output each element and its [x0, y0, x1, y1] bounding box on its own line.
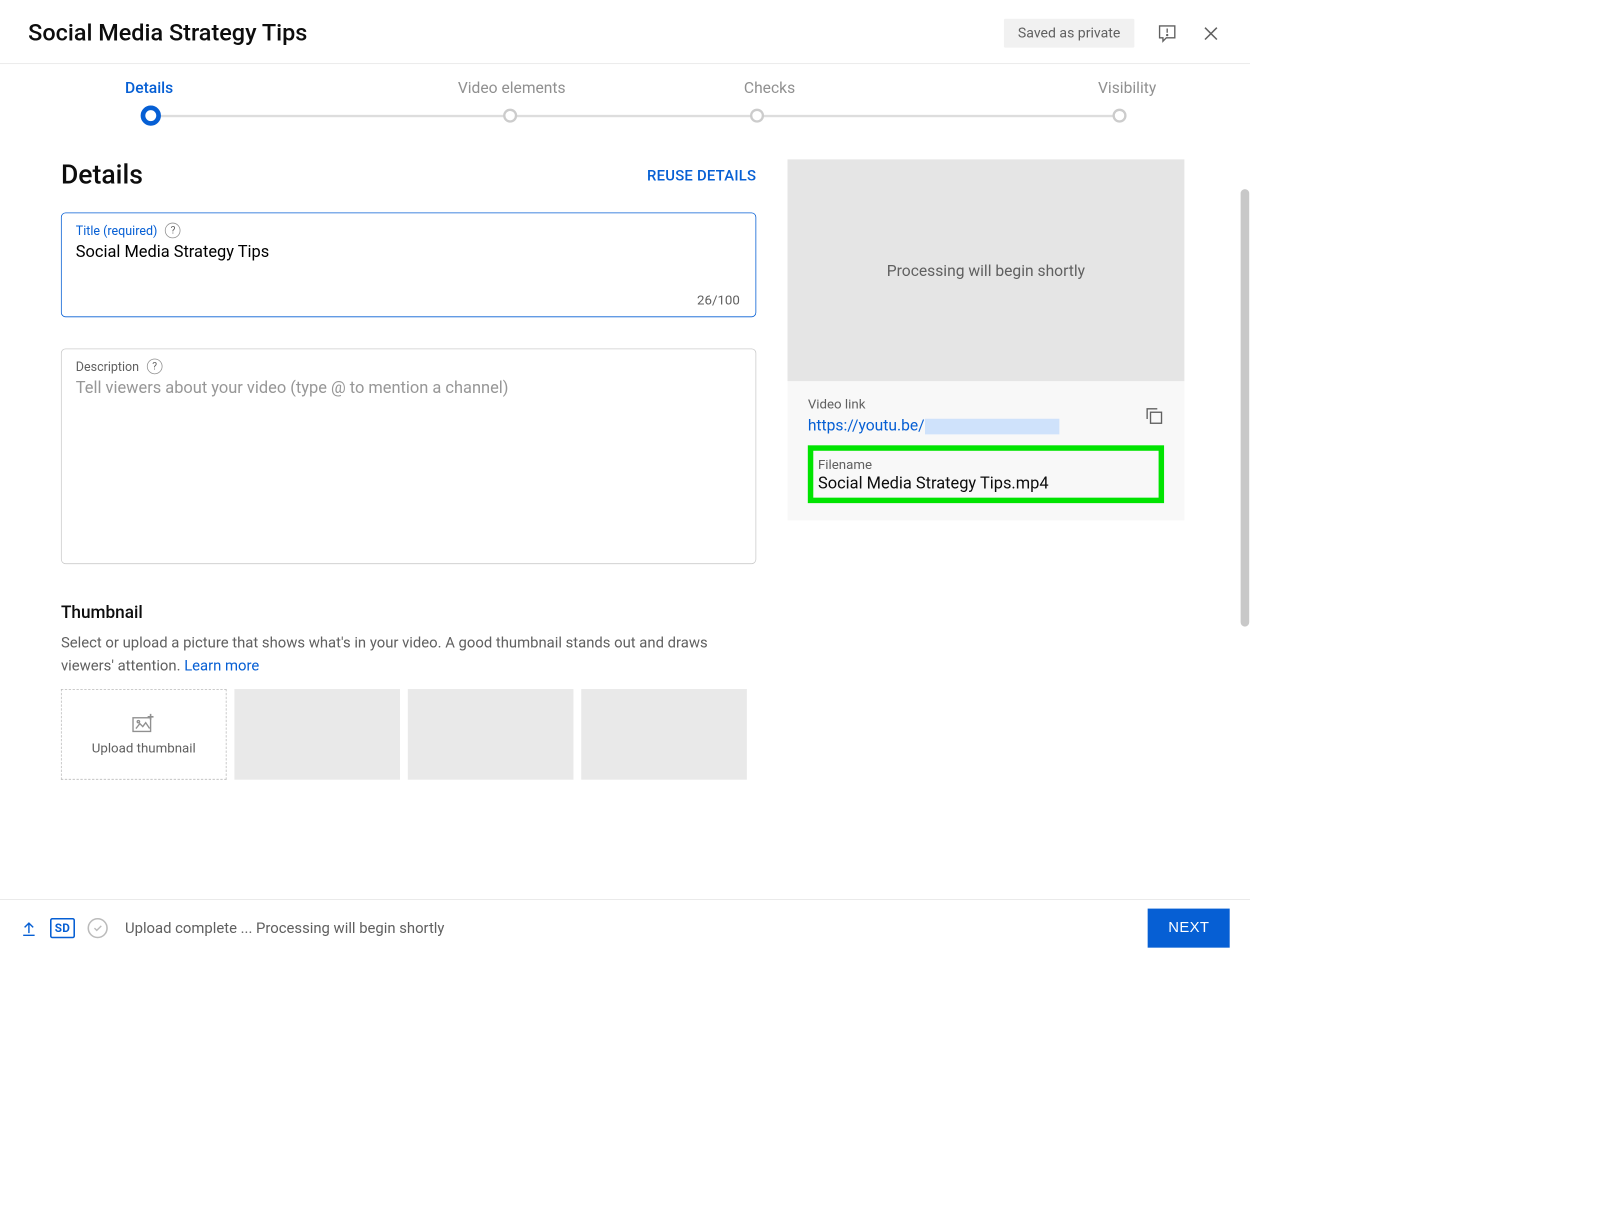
- feedback-icon[interactable]: [1156, 22, 1178, 44]
- title-field-label: Title (required): [76, 223, 158, 238]
- help-icon[interactable]: ?: [147, 359, 163, 375]
- thumbnail-placeholder[interactable]: [408, 689, 574, 780]
- upload-thumbnail-label: Upload thumbnail: [92, 741, 196, 757]
- step-node-details[interactable]: [141, 105, 161, 125]
- video-link-value[interactable]: https://youtu.be/: [808, 416, 1059, 435]
- title-field[interactable]: Title (required) ? 26/100: [61, 213, 756, 318]
- thumbnail-description: Select or upload a picture that shows wh…: [61, 632, 756, 677]
- step-checks[interactable]: Checks: [641, 78, 899, 97]
- thumbnail-learn-more-link[interactable]: Learn more: [184, 656, 259, 674]
- upload-footer: SD Upload complete ... Processing will b…: [0, 899, 1250, 955]
- thumbnail-heading: Thumbnail: [61, 603, 756, 623]
- description-input[interactable]: [76, 379, 742, 535]
- thumbnail-placeholder[interactable]: [581, 689, 747, 780]
- filename-label: Filename: [818, 457, 1154, 473]
- details-heading: Details: [61, 159, 143, 190]
- step-details[interactable]: Details: [94, 78, 383, 97]
- video-link-label: Video link: [808, 397, 1059, 413]
- dialog-title: Social Media Strategy Tips: [28, 20, 307, 47]
- title-char-counter: 26/100: [697, 293, 740, 309]
- copy-link-icon[interactable]: [1144, 405, 1164, 425]
- step-node-video-elements[interactable]: [503, 109, 517, 123]
- title-input[interactable]: [76, 243, 742, 262]
- upload-status-text: Upload complete ... Processing will begi…: [125, 919, 444, 937]
- reuse-details-button[interactable]: REUSE DETAILS: [647, 166, 756, 184]
- video-link-redacted: [925, 419, 1059, 435]
- thumbnail-placeholder[interactable]: [234, 689, 400, 780]
- description-field[interactable]: Description ?: [61, 348, 756, 564]
- video-preview: Processing will begin shortly: [788, 159, 1185, 381]
- preview-panel: Processing will begin shortly Video link…: [788, 159, 1185, 814]
- preview-status-text: Processing will begin shortly: [887, 261, 1085, 280]
- dialog-header: Social Media Strategy Tips Saved as priv…: [0, 0, 1250, 64]
- filename-value: Social Media Strategy Tips.mp4: [818, 474, 1154, 493]
- close-icon[interactable]: [1200, 22, 1222, 44]
- filename-highlight-box: Filename Social Media Strategy Tips.mp4: [808, 445, 1164, 503]
- description-field-label: Description: [76, 359, 139, 374]
- check-circle-icon: [87, 918, 107, 938]
- help-icon[interactable]: ?: [165, 223, 181, 239]
- scrollbar-thumb[interactable]: [1241, 189, 1250, 627]
- step-node-visibility[interactable]: [1113, 109, 1127, 123]
- upload-stepper: Details Video elements Checks Visibility: [0, 64, 1250, 136]
- sd-badge: SD: [50, 918, 75, 938]
- step-node-checks[interactable]: [750, 109, 764, 123]
- vertical-scrollbar[interactable]: [1239, 80, 1250, 760]
- next-button[interactable]: NEXT: [1148, 908, 1230, 947]
- thumbnail-section: Thumbnail Select or upload a picture tha…: [61, 603, 756, 780]
- details-panel: Details REUSE DETAILS Title (required) ?…: [61, 159, 756, 814]
- header-actions: Saved as private: [1004, 19, 1222, 48]
- step-visibility[interactable]: Visibility: [898, 78, 1156, 97]
- upload-thumbnail-button[interactable]: Upload thumbnail: [61, 689, 227, 780]
- add-image-icon: [132, 713, 155, 733]
- step-video-elements[interactable]: Video elements: [383, 78, 641, 97]
- upload-icon: [20, 918, 37, 937]
- saved-status-badge: Saved as private: [1004, 19, 1135, 48]
